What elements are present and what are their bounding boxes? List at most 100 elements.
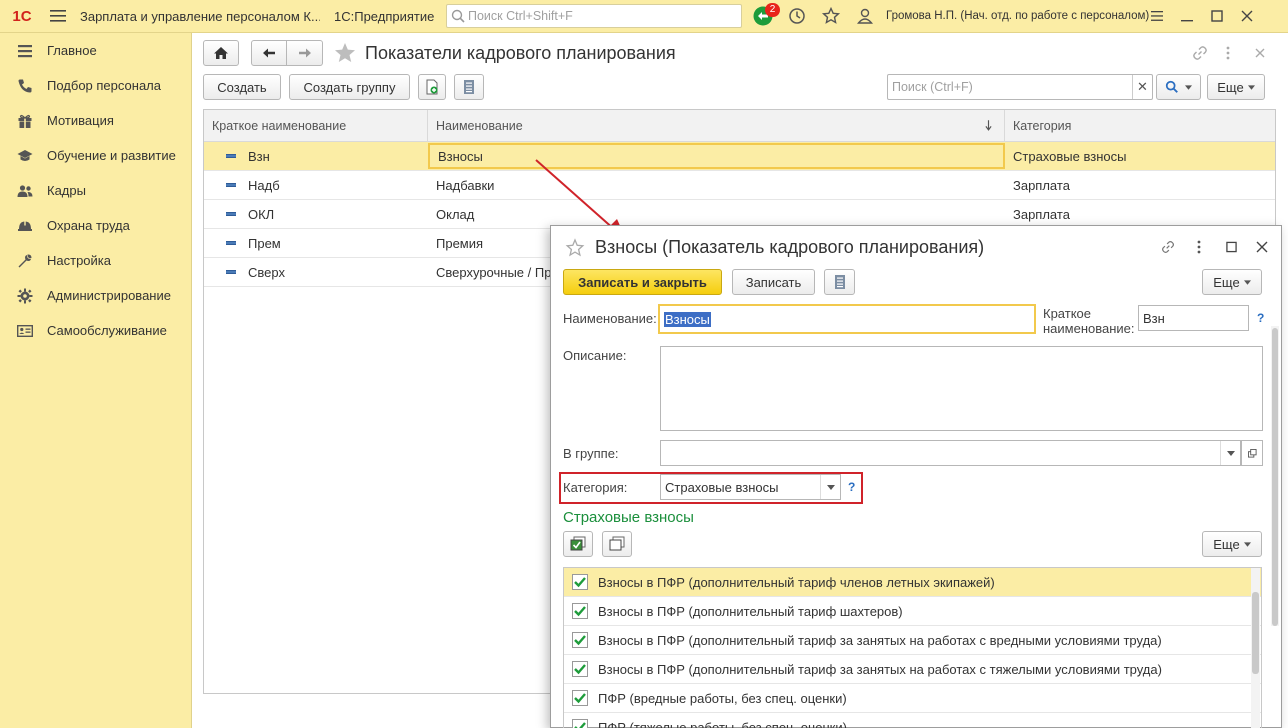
list-item[interactable]: Взносы в ПФР (дополнительный тариф за за… <box>564 626 1261 655</box>
notifications-icon[interactable]: 2 <box>746 0 780 33</box>
help-icon[interactable]: ? <box>1257 311 1264 325</box>
main-menu-icon[interactable] <box>44 0 72 33</box>
column-header-name[interactable]: Наименование <box>428 110 1005 141</box>
settings-menu-icon[interactable] <box>1142 0 1172 33</box>
cell-short-name: Прем <box>248 235 281 251</box>
uncheck-all-button[interactable] <box>602 531 632 557</box>
favorite-star-icon[interactable] <box>333 41 357 65</box>
clear-search-icon[interactable]: ✕ <box>1132 75 1152 99</box>
sidebar-item-administration[interactable]: Администрирование <box>0 278 191 313</box>
create-group-button[interactable]: Создать группу <box>289 74 410 100</box>
item-icon <box>226 154 236 158</box>
contribution-checkbox[interactable] <box>572 574 588 590</box>
search-icon <box>451 9 465 23</box>
sidebar-item-motivation[interactable]: Мотивация <box>0 103 191 138</box>
print-button[interactable] <box>824 269 855 295</box>
contribution-checkbox[interactable] <box>572 632 588 648</box>
list-item[interactable]: Взносы в ПФР (дополнительный тариф члено… <box>564 568 1261 597</box>
category-dropdown-button[interactable] <box>820 475 840 499</box>
sidebar-item-labor-safety[interactable]: Охрана труда <box>0 208 191 243</box>
table-scrollbar[interactable] <box>1251 568 1260 728</box>
maximize-icon[interactable] <box>1217 235 1245 259</box>
back-button[interactable] <box>251 40 287 66</box>
wrench-icon <box>18 253 32 267</box>
more-actions-icon[interactable] <box>1185 235 1213 259</box>
form-scrollbar-thumb[interactable] <box>1272 328 1278 626</box>
table-header: Краткое наименование Наименование Катего… <box>204 110 1275 142</box>
sidebar-item-main[interactable]: Главное <box>0 33 191 68</box>
help-icon[interactable]: ? <box>848 480 855 494</box>
list-settings-button[interactable] <box>454 74 484 100</box>
add-document-icon <box>426 79 438 95</box>
sections-panel: Главное Подбор персонала Мотивация Обуче… <box>0 33 192 728</box>
contributions-table[interactable]: Взносы в ПФР (дополнительный тариф члено… <box>563 567 1262 728</box>
short-name-label-line1: Краткое <box>1043 306 1091 321</box>
forward-button[interactable] <box>287 40 323 66</box>
sidebar-item-personnel[interactable]: Кадры <box>0 173 191 208</box>
favorites-star-icon[interactable] <box>814 0 848 33</box>
checkmark-icon <box>574 577 586 588</box>
table-scrollbar-thumb[interactable] <box>1252 592 1259 674</box>
form-more-button[interactable]: Еще <box>1202 269 1262 295</box>
check-all-button[interactable] <box>563 531 593 557</box>
user-icon[interactable] <box>848 0 882 33</box>
column-header-short-name[interactable]: Краткое наименование <box>204 110 428 141</box>
description-field[interactable] <box>660 346 1263 431</box>
favorite-star-icon[interactable] <box>565 238 585 258</box>
close-form-icon[interactable] <box>1248 235 1276 259</box>
sidebar-item-training[interactable]: Обучение и развитие <box>0 138 191 173</box>
sidebar-item-self-service[interactable]: Самообслуживание <box>0 313 191 348</box>
group-field[interactable] <box>660 440 1241 466</box>
table-row[interactable]: Надб Надбавки Зарплата <box>204 171 1275 200</box>
contribution-checkbox[interactable] <box>572 603 588 619</box>
create-button[interactable]: Создать <box>203 74 281 100</box>
app-logo[interactable]: 1С <box>0 0 44 33</box>
minimize-icon[interactable] <box>1172 0 1202 33</box>
list-item[interactable]: ПФР (тяжелые работы, без спец. оценки) <box>564 713 1261 728</box>
more-button[interactable]: Еще <box>1207 74 1265 100</box>
contribution-checkbox[interactable] <box>572 719 588 728</box>
list-search-input[interactable] <box>888 75 1132 99</box>
save-button[interactable]: Записать <box>732 269 815 295</box>
current-user-name[interactable]: Громова Н.П. (Нач. отд. по работе с перс… <box>886 10 1149 22</box>
contribution-label: ПФР (вредные работы, без спец. оценки) <box>598 690 847 706</box>
search-options-button[interactable] <box>1156 74 1201 100</box>
list-item[interactable]: Взносы в ПФР (дополнительный тариф за за… <box>564 655 1261 684</box>
group-dropdown-button[interactable] <box>1220 441 1240 465</box>
section-title: Страховые взносы <box>563 509 694 526</box>
table-row[interactable]: Взн Взносы Страховые взносы <box>204 142 1275 171</box>
category-select[interactable]: Страховые взносы <box>660 474 841 500</box>
checkmark-icon <box>574 635 586 646</box>
open-icon <box>1247 448 1257 458</box>
column-header-category[interactable]: Категория <box>1005 110 1275 141</box>
sidebar-item-label: Главное <box>47 43 97 58</box>
chevron-down-icon <box>1243 279 1251 285</box>
list-search-field[interactable]: ✕ <box>887 74 1153 100</box>
close-page-icon[interactable] <box>1250 43 1270 63</box>
link-icon[interactable] <box>1189 43 1211 63</box>
section-more-button[interactable]: Еще <box>1202 531 1262 557</box>
form-scrollbar[interactable] <box>1271 326 1279 626</box>
list-item[interactable]: ПФР (вредные работы, без спец. оценки) <box>564 684 1261 713</box>
sidebar-item-setup[interactable]: Настройка <box>0 243 191 278</box>
history-icon[interactable] <box>780 0 814 33</box>
list-item[interactable]: Взносы в ПФР (дополнительный тариф шахте… <box>564 597 1261 626</box>
contribution-label: Взносы в ПФР (дополнительный тариф за за… <box>598 661 1162 677</box>
global-search-input[interactable]: Поиск Ctrl+Shift+F <box>446 4 742 28</box>
name-field[interactable]: Взносы <box>658 304 1036 334</box>
group-open-button[interactable] <box>1241 440 1263 466</box>
short-name-field[interactable]: Взн <box>1138 305 1249 331</box>
save-and-close-button[interactable]: Записать и закрыть <box>563 269 722 295</box>
more-actions-icon[interactable] <box>1220 43 1236 63</box>
id-card-icon <box>17 324 33 337</box>
contribution-checkbox[interactable] <box>572 690 588 706</box>
maximize-icon[interactable] <box>1202 0 1232 33</box>
home-button[interactable] <box>203 40 239 66</box>
cell-name[interactable]: Взносы <box>428 143 1005 169</box>
copy-button[interactable] <box>418 74 446 100</box>
cell-name: Надбавки <box>436 177 495 193</box>
close-window-icon[interactable] <box>1232 0 1262 33</box>
sidebar-item-recruitment[interactable]: Подбор персонала <box>0 68 191 103</box>
contribution-checkbox[interactable] <box>572 661 588 677</box>
link-icon[interactable] <box>1154 235 1182 259</box>
